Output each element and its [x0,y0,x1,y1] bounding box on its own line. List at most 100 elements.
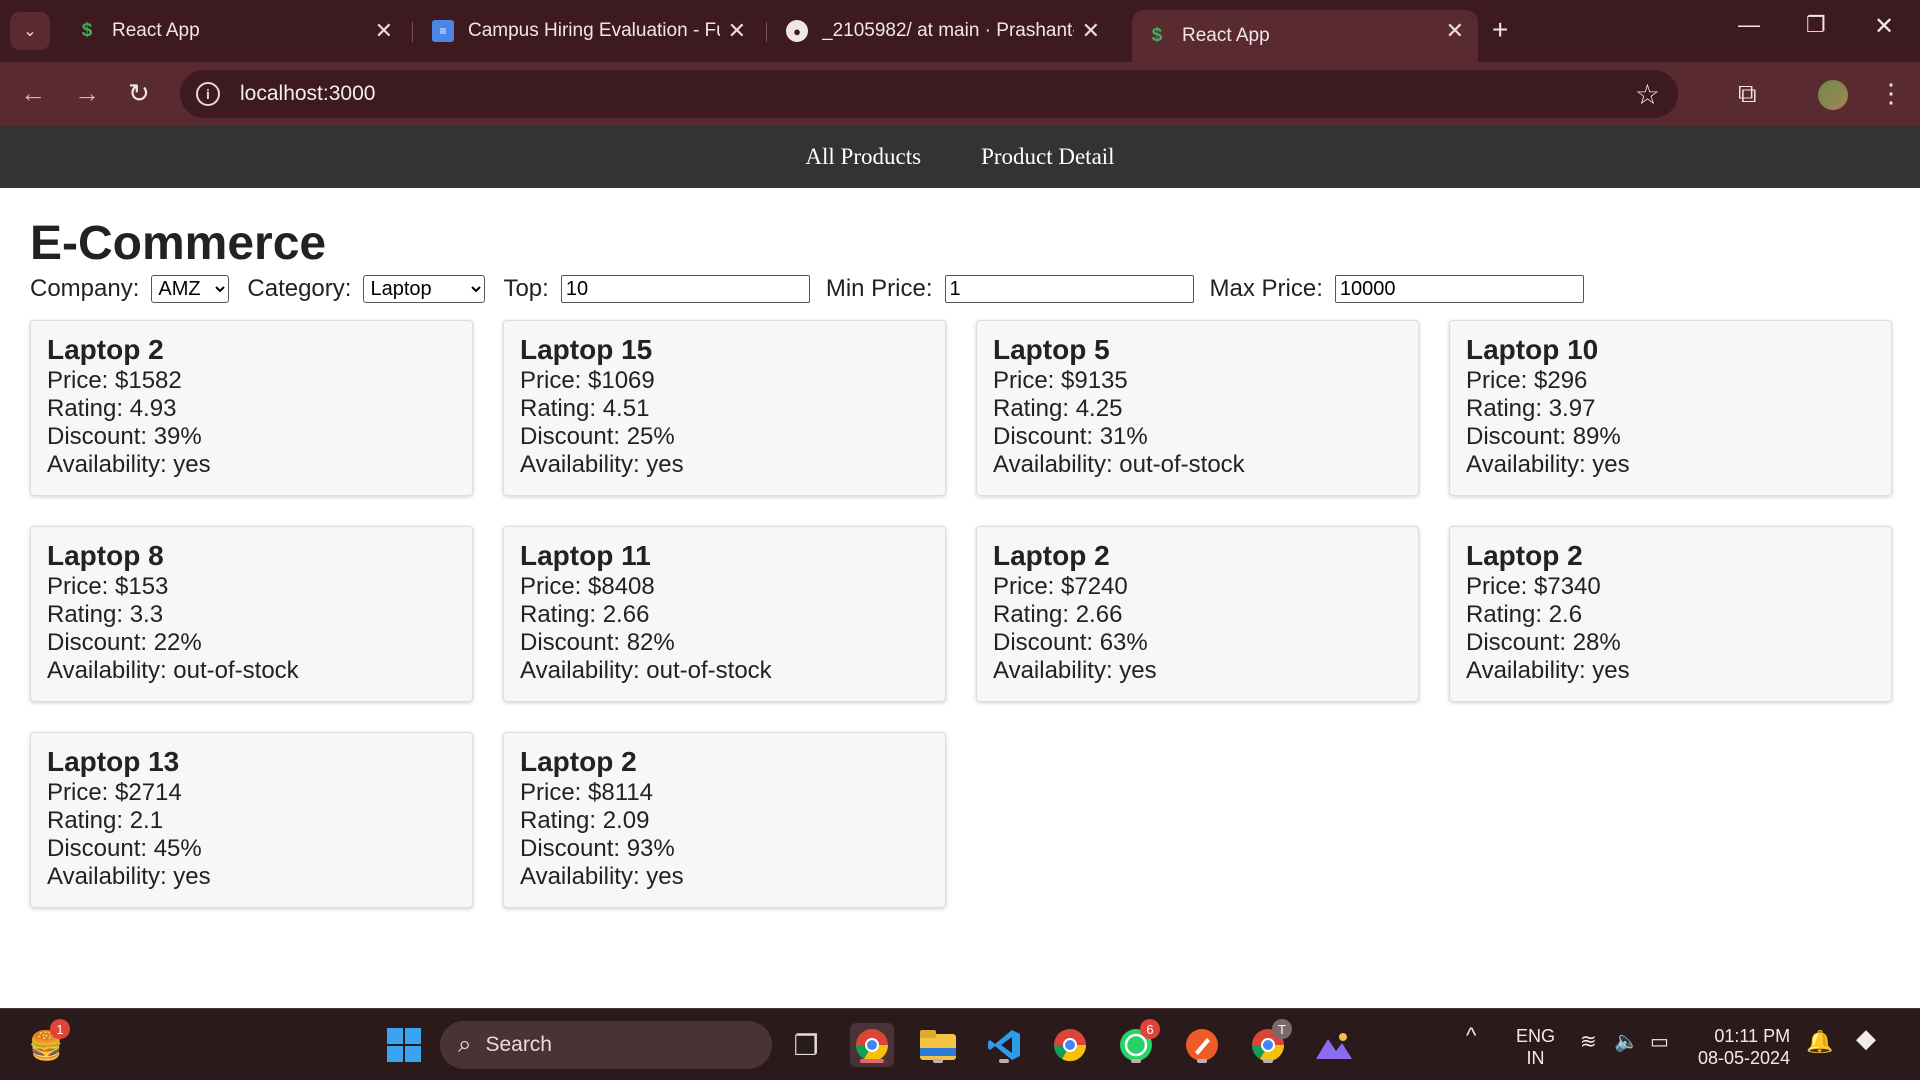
product-card[interactable]: Laptop 13 Price: $2714 Rating: 2.1 Disco… [30,732,473,908]
postman-icon[interactable] [1180,1023,1224,1067]
close-icon[interactable]: ✕ [375,18,393,44]
product-card[interactable]: Laptop 2 Price: $7240 Rating: 2.66 Disco… [976,526,1419,702]
browser-tab-3[interactable]: ● _2105982/ at main · Prashant-k ✕ [772,10,1114,52]
company-label: Company: [30,275,140,302]
product-rating: Rating: 2.66 [520,601,650,628]
notification-badge: 1 [50,1019,70,1039]
max-price-input[interactable] [1334,275,1584,303]
language-indicator[interactable]: ENG IN [1516,1025,1555,1069]
bookmark-star-icon[interactable]: ☆ [1635,78,1660,111]
forward-arrow-icon[interactable]: → [74,78,100,109]
window-close-icon[interactable]: ✕ [1874,12,1894,41]
taskbar-search-box[interactable]: ⌕ Search [440,1021,772,1069]
clock[interactable]: 01:11 PM 08-05-2024 [1698,1025,1790,1069]
running-indicator [1131,1059,1141,1063]
wifi-icon[interactable]: ≋ [1580,1031,1597,1053]
product-availability: Availability: yes [47,451,211,478]
windows-logo-icon [387,1028,421,1062]
vscode-icon[interactable] [982,1023,1026,1067]
file-explorer-icon[interactable] [916,1023,960,1067]
restore-icon[interactable]: ❐ [1806,12,1826,38]
product-discount: Discount: 82% [520,629,675,656]
chrome-taskbar-icon[interactable] [850,1023,894,1067]
task-view-icon[interactable]: ❐ [784,1023,828,1067]
page-title: E-Commerce [30,217,327,270]
top-label: Top: [503,275,549,302]
product-availability: Availability: out-of-stock [520,657,772,684]
whatsapp-icon[interactable]: 6 [1114,1019,1160,1067]
product-name: Laptop 2 [520,746,637,777]
tray-overflow-chevron-icon[interactable]: ^ [1466,1025,1476,1047]
app-navbar: All Products Product Detail [0,126,1920,188]
close-icon[interactable]: ✕ [1082,18,1100,44]
category-select[interactable]: Laptop [363,275,486,303]
browser-tab-1[interactable]: $ React App ✕ [62,10,407,52]
product-card[interactable]: Laptop 15 Price: $1069 Rating: 4.51 Disc… [503,320,946,496]
company-select[interactable]: AMZ [151,275,230,303]
docs-icon: ≡ [432,20,454,42]
minimize-icon[interactable]: — [1738,12,1760,38]
product-card[interactable]: Laptop 10 Price: $296 Rating: 3.97 Disco… [1449,320,1892,496]
product-availability: Availability: yes [993,657,1157,684]
chrome-profile-icon[interactable]: T [1246,1019,1292,1067]
product-name: Laptop 15 [520,334,653,365]
product-card[interactable]: Laptop 11 Price: $8408 Rating: 2.66 Disc… [503,526,946,702]
browser-tab-4-active[interactable]: $ React App ✕ [1132,10,1478,62]
nav-link-product-detail[interactable]: Product Detail [981,144,1115,170]
back-arrow-icon[interactable]: ← [20,78,46,109]
product-discount: Discount: 89% [1466,423,1621,450]
url-text[interactable]: localhost:3000 [240,82,375,106]
product-card[interactable]: Laptop 2 Price: $8114 Rating: 2.09 Disco… [503,732,946,908]
product-rating: Rating: 3.3 [47,601,164,628]
address-bar[interactable]: i localhost:3000 ☆ [180,70,1678,118]
chrome-icon [1053,1029,1087,1062]
extensions-icon[interactable]: ⧉ [1738,78,1757,110]
reload-icon[interactable]: ↻ [128,78,150,109]
product-card[interactable]: Laptop 5 Price: $9135 Rating: 4.25 Disco… [976,320,1419,496]
product-availability: Availability: yes [520,863,684,890]
browser-tab-2[interactable]: ≡ Campus Hiring Evaluation - Full ✕ [418,10,760,52]
vscode-logo-icon [988,1030,1020,1060]
tab-title: _2105982/ at main · Prashant-k [822,20,1074,41]
max-price-label: Max Price: [1209,275,1323,302]
product-card[interactable]: Laptop 2 Price: $1582 Rating: 4.93 Disco… [30,320,473,496]
product-discount: Discount: 93% [520,835,675,862]
start-button[interactable] [382,1023,426,1067]
product-card[interactable]: Laptop 2 Price: $7340 Rating: 2.6 Discou… [1449,526,1892,702]
tab-search-button[interactable]: ⌄ [10,12,50,50]
chrome-taskbar-icon-2[interactable] [1048,1023,1092,1067]
volume-icon[interactable]: 🔈 [1614,1031,1639,1053]
notification-bell-icon[interactable]: 🔔 [1806,1031,1833,1053]
copilot-icon[interactable]: ◆ [1856,1025,1876,1051]
product-card[interactable]: Laptop 8 Price: $153 Rating: 3.3 Discoun… [30,526,473,702]
min-price-input[interactable] [944,275,1194,303]
more-menu-icon[interactable]: ⋮ [1878,78,1904,109]
folder-icon [920,1030,956,1060]
battery-icon[interactable]: ▭ [1650,1031,1669,1053]
top-input[interactable] [560,275,810,303]
new-tab-plus-icon[interactable]: + [1492,14,1508,46]
clock-date: 08-05-2024 [1698,1048,1791,1068]
product-rating: Rating: 4.51 [520,395,650,422]
site-info-icon[interactable]: i [196,82,220,106]
widgets-burger-icon[interactable]: 🍔 1 [24,1019,70,1067]
region-code: IN [1526,1048,1545,1068]
postman-logo-icon [1186,1029,1218,1061]
product-rating: Rating: 2.6 [1466,601,1583,628]
close-icon[interactable]: ✕ [728,18,746,44]
product-discount: Discount: 22% [47,629,202,656]
nav-link-all-products[interactable]: All Products [805,144,921,170]
product-price: Price: $8114 [520,779,653,806]
product-rating: Rating: 2.09 [520,807,650,834]
app-mountain-icon[interactable] [1312,1023,1356,1067]
product-availability: Availability: yes [47,863,211,890]
tab-title: React App [112,20,200,41]
product-availability: Availability: yes [1466,657,1630,684]
dollar-icon: $ [81,20,93,41]
running-indicator [1263,1059,1273,1063]
close-icon[interactable]: ✕ [1446,18,1464,44]
product-name: Laptop 11 [520,540,651,571]
product-discount: Discount: 45% [47,835,202,862]
tab-separator [766,22,767,42]
profile-avatar[interactable] [1818,80,1848,110]
